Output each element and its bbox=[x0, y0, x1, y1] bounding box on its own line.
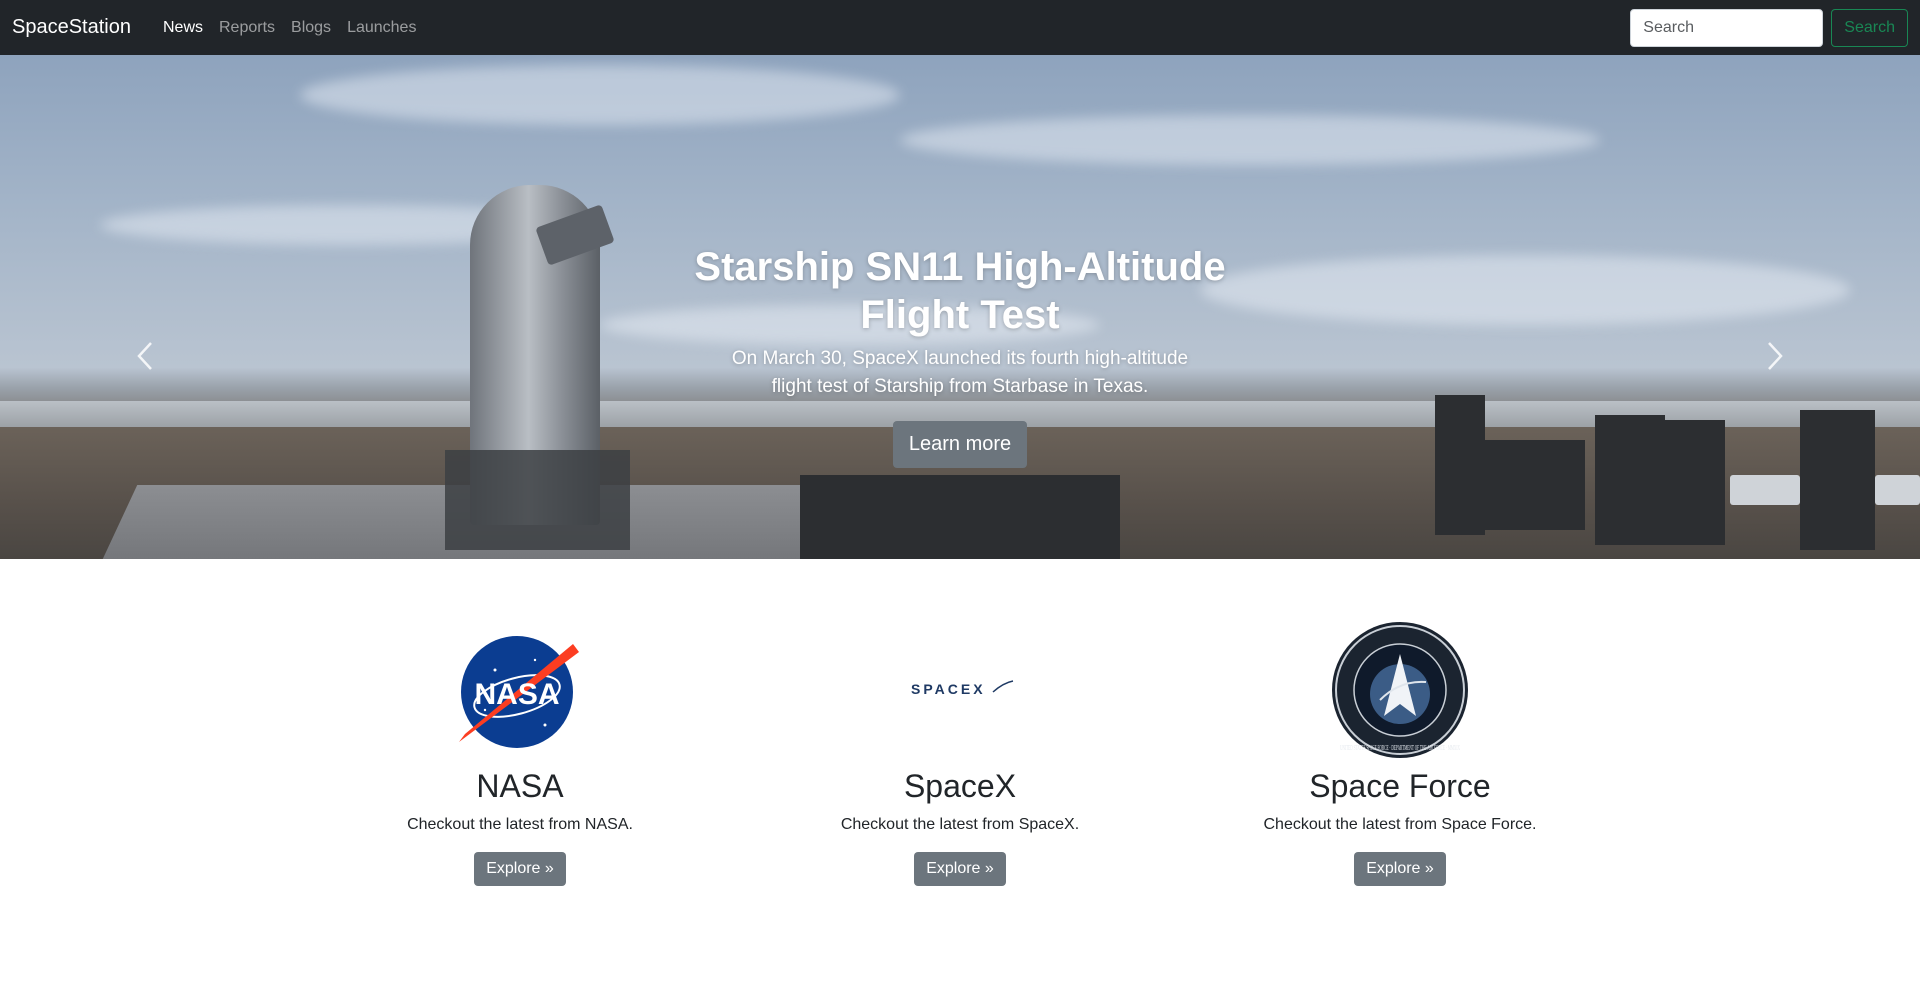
search-button[interactable]: Search bbox=[1831, 8, 1908, 47]
card-nasa: NASA NASA Checkout the latest from NASA.… bbox=[370, 620, 670, 886]
cloud bbox=[900, 115, 1600, 165]
card-text-space-force: Checkout the latest from Space Force. bbox=[1263, 816, 1537, 833]
svg-text:SPACEX: SPACEX bbox=[911, 681, 986, 697]
card-title-nasa: NASA bbox=[476, 768, 564, 804]
card-spacex: SPACEX SpaceX Checkout the latest from S… bbox=[810, 620, 1110, 886]
learn-more-button[interactable]: Learn more bbox=[892, 421, 1028, 468]
storage-tank bbox=[1595, 415, 1665, 545]
explore-space-force-button[interactable]: Explore » bbox=[1354, 852, 1446, 886]
white-tank bbox=[1875, 475, 1920, 505]
search-form: Search bbox=[1630, 8, 1908, 47]
chevron-left-icon bbox=[137, 342, 152, 370]
cloud bbox=[1200, 255, 1850, 325]
top-navbar: SpaceStation News Reports Blogs Launches… bbox=[0, 0, 1920, 55]
explore-nasa-button[interactable]: Explore » bbox=[474, 852, 566, 886]
nav-link-reports[interactable]: Reports bbox=[211, 19, 283, 37]
nav-link-news[interactable]: News bbox=[155, 19, 211, 37]
carousel-caption: Starship SN11 High-Altitude Flight Test … bbox=[660, 243, 1260, 468]
chevron-right-icon bbox=[1768, 342, 1783, 370]
space-force-seal: UNITED STATES SPACE FORCE · DEPARTMENT O… bbox=[1250, 620, 1550, 760]
nav-link-blogs[interactable]: Blogs bbox=[283, 19, 339, 37]
nav-links: News Reports Blogs Launches bbox=[155, 19, 424, 37]
svg-text:UNITED STATES SPACE FORCE · DE: UNITED STATES SPACE FORCE · DEPARTMENT O… bbox=[1340, 744, 1460, 752]
storage-tank bbox=[1665, 420, 1725, 545]
nav-link-launches[interactable]: Launches bbox=[339, 19, 424, 37]
card-title-spacex: SpaceX bbox=[903, 768, 1017, 804]
nasa-logo: NASA bbox=[370, 620, 670, 760]
hero-carousel: Starship SN11 High-Altitude Flight Test … bbox=[0, 55, 1920, 559]
launch-mount bbox=[445, 450, 630, 550]
spacex-logo: SPACEX bbox=[810, 620, 1110, 760]
search-input[interactable] bbox=[1630, 8, 1824, 47]
explore-spacex-button[interactable]: Explore » bbox=[914, 852, 1006, 886]
hero-text: On March 30, SpaceX launched its fourth … bbox=[731, 348, 1189, 397]
card-title-space-force: Space Force bbox=[1309, 768, 1491, 804]
cloud bbox=[300, 65, 900, 125]
svg-text:NASA: NASA bbox=[474, 678, 559, 711]
card-space-force: UNITED STATES SPACE FORCE · DEPARTMENT O… bbox=[1250, 620, 1550, 886]
card-text-spacex: Checkout the latest from SpaceX. bbox=[840, 816, 1080, 833]
carousel-next-button[interactable] bbox=[1755, 331, 1795, 381]
storage-tank bbox=[1800, 410, 1875, 550]
storage-tank bbox=[1435, 395, 1485, 535]
agency-cards: NASA NASA Checkout the latest from NASA.… bbox=[0, 620, 1920, 920]
card-text-nasa: Checkout the latest from NASA. bbox=[407, 816, 633, 833]
brand-logo-link[interactable]: SpaceStation bbox=[12, 16, 131, 39]
carousel-prev-button[interactable] bbox=[125, 331, 165, 381]
white-tank bbox=[1730, 475, 1800, 505]
hero-title: Starship SN11 High-Altitude Flight Test bbox=[694, 245, 1226, 337]
ground-structure bbox=[800, 475, 1120, 559]
building bbox=[1485, 440, 1585, 530]
